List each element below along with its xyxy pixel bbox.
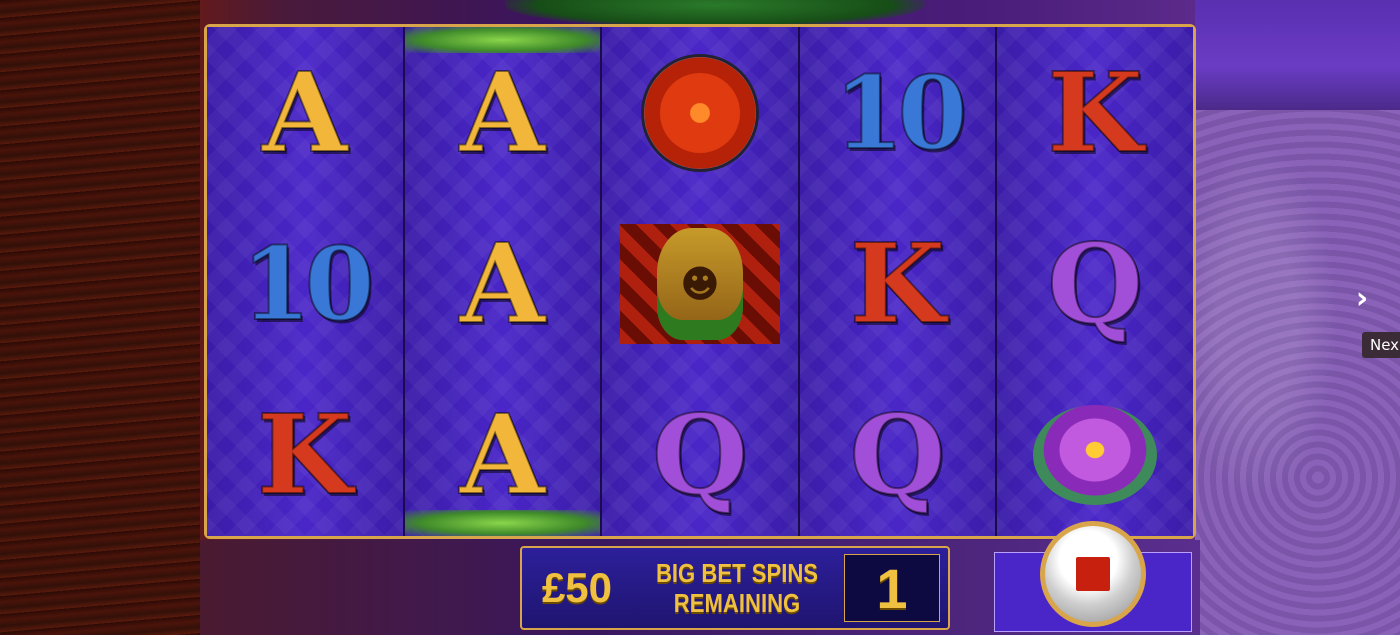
symbol-cell: Q (602, 369, 798, 540)
symbol-10: 10 (240, 224, 375, 343)
beach-sand-background (1195, 110, 1400, 635)
symbol-k: K (1046, 47, 1144, 177)
symbol-cell: A (405, 369, 601, 540)
symbol-cell: K (997, 27, 1193, 198)
big-bet-spins-label: BIG BET SPINS REMAINING (648, 558, 827, 618)
symbol-cell: 10 (207, 198, 403, 369)
symbol-k: K (849, 218, 947, 348)
symbol-k: K (256, 389, 354, 519)
symbol-q: Q (651, 389, 749, 519)
bet-amount: £50 (541, 564, 613, 611)
symbol-cell: A (207, 27, 403, 198)
lotus-flower-icon (1033, 404, 1158, 505)
symbol-q: Q (1046, 218, 1144, 348)
reel-grid: A 10 K A A A ☻ Q 10 K Q K Q (204, 24, 1196, 539)
symbol-cell: 10 (800, 27, 996, 198)
bet-label-line1: BIG BET SPINS (655, 558, 819, 588)
red-flower-icon (643, 56, 756, 169)
reel-5: K Q (997, 27, 1193, 536)
symbol-a: A (459, 47, 546, 177)
symbol-cell: A (405, 198, 601, 369)
bet-label-line2: REMAINING (673, 588, 801, 618)
symbol-a: A (261, 47, 348, 177)
reel-1: A 10 K (207, 27, 405, 536)
symbol-cell: ☻ (602, 198, 798, 369)
palm-tree-background (0, 0, 200, 635)
symbol-cell: Q (800, 369, 996, 540)
symbol-cell: K (207, 369, 403, 540)
chevron-right-icon[interactable]: › (1348, 282, 1376, 316)
reel-3: ☻ Q (602, 27, 800, 536)
symbol-cell: Q (997, 198, 1193, 369)
stop-spin-button[interactable] (1040, 521, 1146, 627)
night-sky-background (1195, 0, 1400, 110)
tiki-mask-icon: ☻ (619, 223, 780, 344)
symbol-cell: K (800, 198, 996, 369)
reel-4: 10 K Q (799, 27, 998, 536)
next-tooltip: Nex (1362, 332, 1400, 358)
symbol-cell (997, 369, 1193, 540)
symbol-a: A (459, 218, 546, 348)
spins-remaining-count: 1 (844, 554, 940, 622)
symbol-q: Q (849, 389, 947, 519)
symbol-cell (602, 27, 798, 198)
symbol-10: 10 (833, 53, 968, 172)
symbol-a: A (459, 389, 546, 519)
stop-square-icon (1076, 557, 1110, 591)
reel-2: A A A (404, 27, 603, 536)
symbol-cell: A (405, 27, 601, 198)
big-bet-panel: £50 BIG BET SPINS REMAINING 1 (520, 546, 950, 630)
